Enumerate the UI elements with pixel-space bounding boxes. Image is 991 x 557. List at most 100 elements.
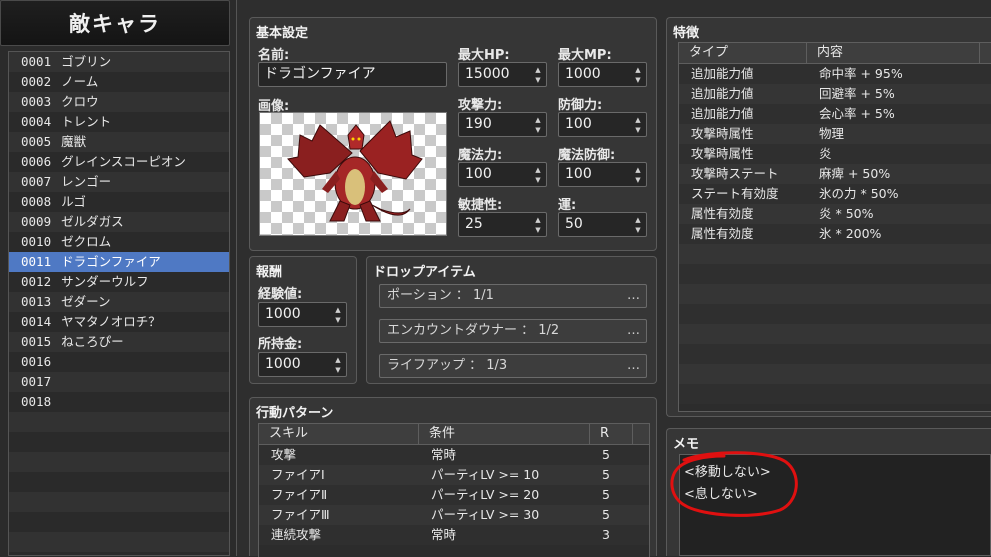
agi-input[interactable]: 25 ▲ ▼ <box>458 212 547 237</box>
drop-item-2[interactable]: エンカウントダウナー ： 1/2 … <box>379 319 647 343</box>
luk-label: 運: <box>558 198 577 213</box>
enemy-list-item[interactable]: 0008 ルゴ <box>9 192 229 212</box>
empty-row[interactable] <box>679 244 991 264</box>
ellipsis-icon[interactable]: … <box>627 285 640 307</box>
maxhp-input[interactable]: 15000 ▲ ▼ <box>458 62 547 87</box>
enemy-list-item[interactable]: 0016 <box>9 352 229 372</box>
table-row[interactable]: 攻撃時属性 物理 <box>679 124 991 144</box>
action-table-body: 攻撃 常時 5 ファイアⅠ パーティLV >= 10 5 ファイアⅡ パーティLV >= 20… <box>259 445 649 545</box>
enemy-list-item[interactable]: 0005 魔獣 <box>9 132 229 152</box>
table-row[interactable]: 属性有効度 炎 * 50% <box>679 204 991 224</box>
table-row[interactable]: 属性有効度 氷 * 200% <box>679 224 991 244</box>
luk-input[interactable]: 50 ▲ ▼ <box>558 212 647 237</box>
table-row[interactable]: 連続攻撃 常時 3 <box>259 525 649 545</box>
maxhp-label: 最大HP: <box>458 48 510 63</box>
enemy-id: 0005 <box>21 134 52 149</box>
mdf-input[interactable]: 100 ▲ ▼ <box>558 162 647 187</box>
spin-arrows-icon[interactable]: ▲ ▼ <box>533 115 543 135</box>
empty-row[interactable] <box>679 384 991 404</box>
enemy-list-item[interactable]: 0003 クロウ <box>9 92 229 112</box>
spin-arrows-icon[interactable]: ▲ ▼ <box>533 165 543 185</box>
enemy-list-item[interactable]: 0009 ゼルダガス <box>9 212 229 232</box>
enemy-list-item[interactable]: 0002 ノーム <box>9 72 229 92</box>
spin-arrows-icon[interactable]: ▲ ▼ <box>633 65 643 85</box>
enemy-list-item[interactable]: 0012 サンダーウルフ <box>9 272 229 292</box>
empty-row[interactable] <box>679 364 991 384</box>
empty-row[interactable] <box>679 284 991 304</box>
gold-input[interactable]: 1000 ▲ ▼ <box>258 352 347 377</box>
spin-arrows-icon[interactable]: ▲ ▼ <box>533 65 543 85</box>
enemy-name: ルゴ <box>61 194 86 209</box>
enemy-id: 0011 <box>21 254 52 269</box>
def-input[interactable]: 100 ▲ ▼ <box>558 112 647 137</box>
table-row[interactable]: 追加能力値 回避率 + 5% <box>679 84 991 104</box>
gold-label: 所持金: <box>258 337 303 352</box>
enemy-id: 0015 <box>21 334 52 349</box>
column-header-condition[interactable]: 条件 <box>419 424 590 444</box>
table-row[interactable]: ステート有効度 氷の力 * 50% <box>679 184 991 204</box>
empty-row[interactable] <box>679 264 991 284</box>
trait-type-cell: 追加能力値 <box>691 66 754 81</box>
spin-arrows-icon[interactable]: ▲ ▼ <box>633 115 643 135</box>
column-header-content[interactable]: 内容 <box>807 43 980 63</box>
enemy-list-item[interactable]: 0004 トレント <box>9 112 229 132</box>
enemy-list-item[interactable]: 0011 ドラゴンファイア <box>9 252 229 272</box>
spin-arrows-icon[interactable]: ▲ ▼ <box>633 215 643 235</box>
table-row[interactable]: 追加能力値 会心率 + 5% <box>679 104 991 124</box>
enemy-list-item[interactable]: 0014 ヤマタノオロチ？ <box>9 312 229 332</box>
enemy-list-item[interactable]: 0015 ねころぴー <box>9 332 229 352</box>
enemy-name: サンダーウルフ <box>61 274 149 289</box>
atk-input[interactable]: 190 ▲ ▼ <box>458 112 547 137</box>
maxmp-input[interactable]: 1000 ▲ ▼ <box>558 62 647 87</box>
enemy-list-item[interactable]: 0006 グレインスコーピオン <box>9 152 229 172</box>
empty-row[interactable] <box>679 304 991 324</box>
traits-table-body: 追加能力値 命中率 + 95% 追加能力値 回避率 + 5% 追加能力値 会心率 + 5%… <box>679 64 991 404</box>
mat-label: 魔法力: <box>458 148 503 163</box>
action-table[interactable]: スキル 条件 R 攻撃 常時 5 ファイアⅠ パーティLV >= 10 5 ファイアⅡ パーテ… <box>258 423 650 557</box>
table-row[interactable]: 追加能力値 命中率 + 95% <box>679 64 991 84</box>
trait-type-cell: 攻撃時ステート <box>691 166 779 181</box>
luk-value: 50 <box>565 216 583 232</box>
column-header-type[interactable]: タイプ <box>679 43 807 63</box>
mat-input[interactable]: 100 ▲ ▼ <box>458 162 547 187</box>
action-pattern-title: 行動パターン <box>256 406 334 421</box>
traits-title: 特徴 <box>673 26 700 41</box>
table-row[interactable]: ファイアⅠ パーティLV >= 10 5 <box>259 465 649 485</box>
enemy-image-box[interactable] <box>259 112 447 236</box>
drop-item-1[interactable]: ポーション ： 1/1 … <box>379 284 647 308</box>
ellipsis-icon[interactable]: … <box>627 355 640 377</box>
table-row[interactable]: 攻撃時ステート 麻痺 + 50% <box>679 164 991 184</box>
table-row[interactable]: 攻撃時属性 炎 <box>679 144 991 164</box>
spin-arrows-icon[interactable]: ▲ ▼ <box>333 355 343 375</box>
table-row[interactable]: ファイアⅢ パーティLV >= 30 5 <box>259 505 649 525</box>
drop-item-3[interactable]: ライフアップ ： 1/3 … <box>379 354 647 378</box>
trait-content-cell: 会心率 + 5% <box>819 106 895 121</box>
spin-arrows-icon[interactable]: ▲ ▼ <box>633 165 643 185</box>
empty-row[interactable] <box>679 344 991 364</box>
enemy-id: 0006 <box>21 154 52 169</box>
rating-cell: 5 <box>602 507 610 522</box>
enemy-list-item[interactable]: 0017 <box>9 372 229 392</box>
enemy-list-item[interactable]: 0001 ゴブリン <box>9 52 229 72</box>
spin-arrows-icon[interactable]: ▲ ▼ <box>533 215 543 235</box>
enemy-list-item[interactable]: 0013 ゼダーン <box>9 292 229 312</box>
enemy-list-item[interactable]: 0007 レンゴー <box>9 172 229 192</box>
name-input[interactable]: ドラゴンファイア <box>258 62 447 87</box>
exp-input[interactable]: 1000 ▲ ▼ <box>258 302 347 327</box>
enemy-list[interactable]: 0001 ゴブリン 0002 ノーム 0003 クロウ 0004 トレント 0005 魔獣 0006… <box>8 51 230 556</box>
column-header-rating[interactable]: R <box>590 424 633 444</box>
table-row[interactable]: ファイアⅡ パーティLV >= 20 5 <box>259 485 649 505</box>
skill-cell: ファイアⅡ <box>271 487 328 502</box>
enemy-list-item[interactable]: 0010 ゼクロム <box>9 232 229 252</box>
empty-row[interactable] <box>679 324 991 344</box>
spin-arrows-icon[interactable]: ▲ ▼ <box>333 305 343 325</box>
table-row[interactable]: 攻撃 常時 5 <box>259 445 649 465</box>
ellipsis-icon[interactable]: … <box>627 320 640 342</box>
column-header-skill[interactable]: スキル <box>259 424 419 444</box>
trait-type-cell: 追加能力値 <box>691 106 754 121</box>
traits-table[interactable]: タイプ 内容 追加能力値 命中率 + 95% 追加能力値 回避率 + 5% 追加能力値会… <box>678 42 991 412</box>
trait-type-cell: 属性有効度 <box>691 226 754 241</box>
enemy-list-item[interactable]: 0018 <box>9 392 229 412</box>
trait-content-cell: 命中率 + 95% <box>819 66 903 81</box>
enemy-name: グレインスコーピオン <box>61 154 186 169</box>
